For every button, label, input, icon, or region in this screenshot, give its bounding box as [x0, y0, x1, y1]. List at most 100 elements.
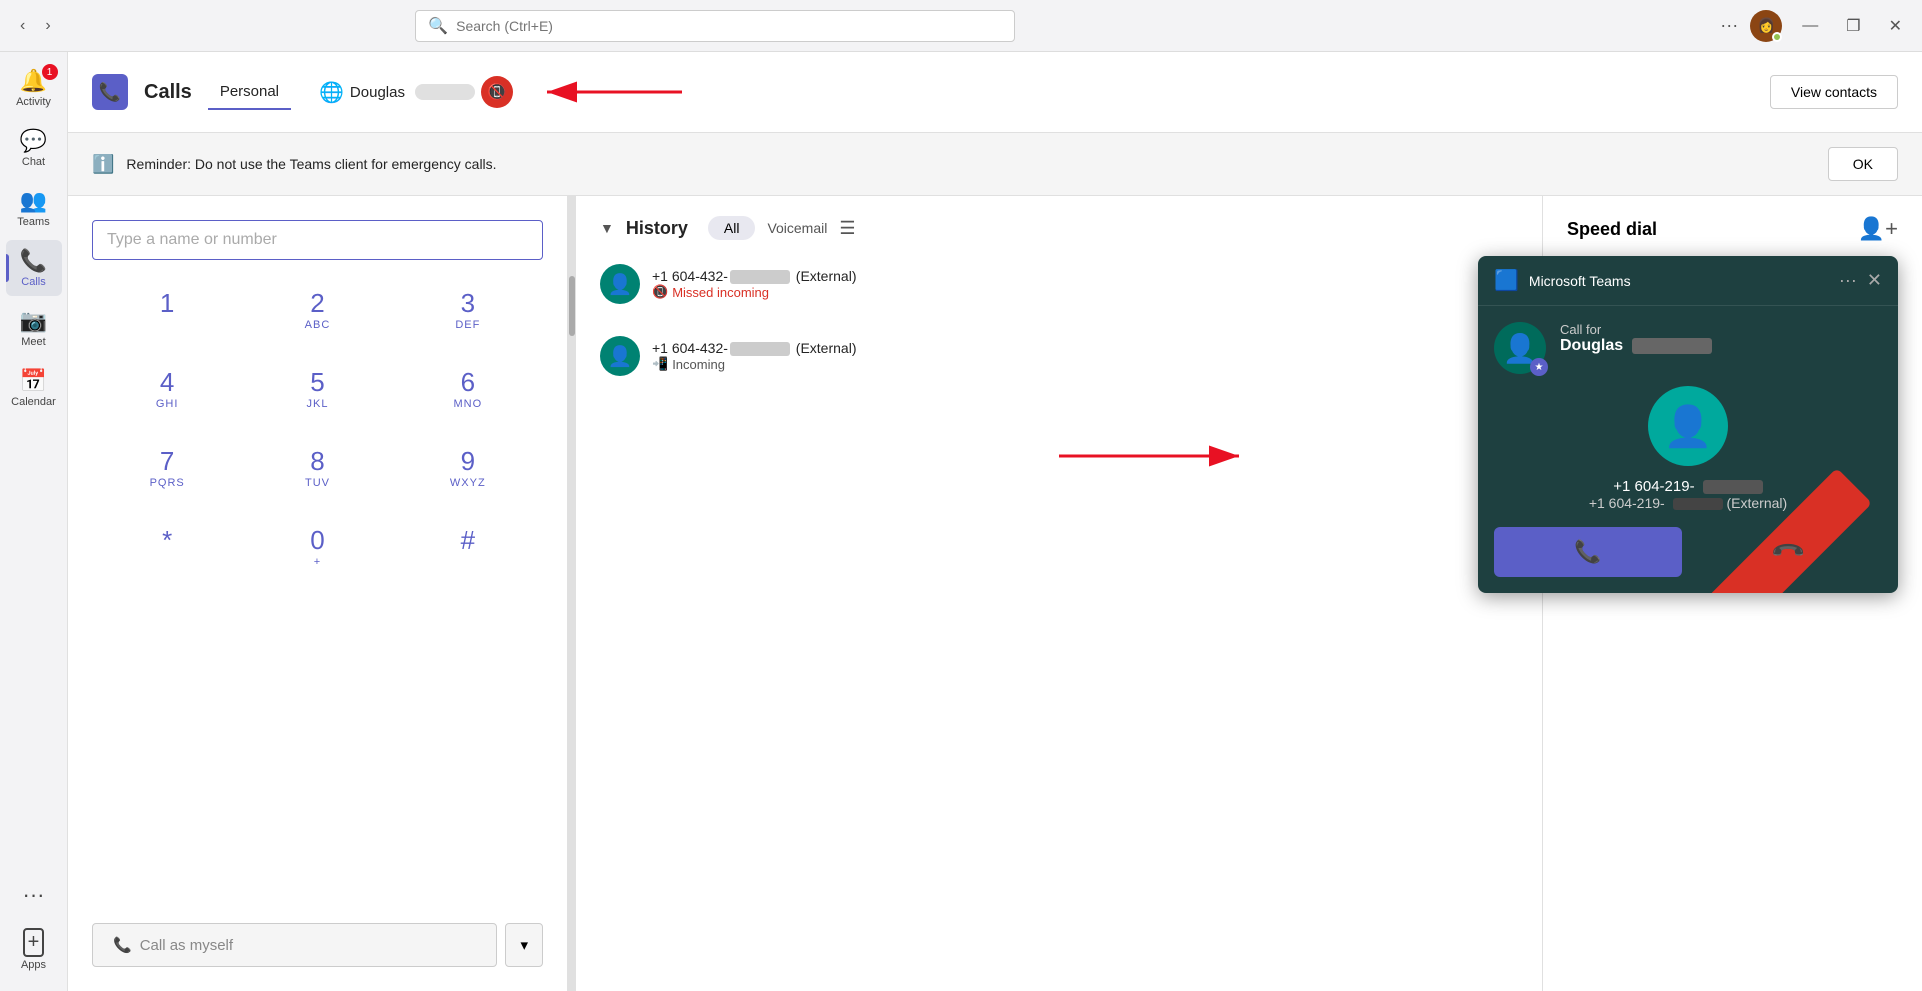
- page-title: Calls: [144, 81, 192, 104]
- nav-forward-button[interactable]: ›: [37, 13, 58, 39]
- dialpad-input[interactable]: [92, 220, 543, 260]
- sidebar-label-meet: Meet: [21, 336, 45, 348]
- red-arrow-body: [1059, 436, 1259, 476]
- notif-body: 👤 ★ Call for Douglas 👤: [1478, 306, 1898, 593]
- nav-back-button[interactable]: ‹: [12, 13, 33, 39]
- call-as-myself-button[interactable]: 📞 Call as myself: [92, 923, 497, 967]
- scroll-divider[interactable]: [568, 196, 576, 991]
- dial-key-4[interactable]: 4 GHI: [92, 359, 242, 418]
- sidebar-item-apps[interactable]: + Apps: [6, 920, 62, 979]
- dial-key-2[interactable]: 2 ABC: [242, 280, 392, 339]
- dial-key-hash[interactable]: #: [393, 517, 543, 576]
- dial-key-5[interactable]: 5 JKL: [242, 359, 392, 418]
- calls-page-icon: 📞: [92, 74, 128, 110]
- view-contacts-button[interactable]: View contacts: [1770, 75, 1898, 109]
- dialpad-grid: 1 2 ABC 3 DEF 4 GHI: [92, 280, 543, 576]
- notif-close-button[interactable]: ✕: [1867, 270, 1882, 291]
- tab-personal[interactable]: Personal: [208, 75, 291, 110]
- titlebar-right: ··· 👩 — ❐ ✕: [1720, 10, 1910, 42]
- dial-key-1[interactable]: 1: [92, 280, 242, 339]
- search-input[interactable]: [456, 18, 1002, 34]
- sidebar-item-activity[interactable]: 🔔 Activity 1: [6, 60, 62, 116]
- more-options-button[interactable]: ···: [1720, 15, 1738, 36]
- history-section: ▼ History All Voicemail ☰ 👤 +1 604-432-: [576, 196, 1542, 991]
- search-icon: 🔍: [428, 16, 448, 36]
- history-speed-dial-container: ▼ History All Voicemail ☰ 👤 +1 604-432-: [576, 196, 1922, 991]
- notif-title: Microsoft Teams: [1529, 273, 1829, 289]
- red-arrow-body-container: [1059, 436, 1259, 481]
- history-title: History: [626, 218, 688, 239]
- sidebar-label-activity: Activity: [16, 96, 51, 108]
- dialpad-section: 1 2 ABC 3 DEF 4 GHI: [68, 196, 568, 991]
- notif-avatar-small: 👤 ★: [1494, 322, 1546, 374]
- page-header: 📞 Calls Personal 🌐 Douglas 📵 Vi: [68, 52, 1922, 133]
- caller-number-2: +1 604-432- (External): [652, 340, 1518, 356]
- history-collapse-button[interactable]: ▼: [600, 220, 614, 236]
- search-bar: 🔍: [415, 10, 1015, 42]
- banner-ok-button[interactable]: OK: [1828, 147, 1898, 181]
- call-btn-row: 📞 Call as myself ▾: [92, 923, 543, 967]
- sidebar-item-meet[interactable]: 📷 Meet: [6, 300, 62, 356]
- missed-icon: 📵: [652, 284, 668, 300]
- end-call-button[interactable]: 📵: [481, 76, 513, 108]
- status-dot: [1772, 32, 1782, 42]
- notif-caller-row: 👤 ★ Call for Douglas: [1494, 322, 1882, 374]
- notif-more-button[interactable]: ···: [1839, 270, 1857, 291]
- dial-key-0[interactable]: 0 +: [242, 517, 392, 576]
- minimize-button[interactable]: —: [1794, 13, 1826, 39]
- call-dropdown-button[interactable]: ▾: [505, 923, 543, 967]
- history-header: ▼ History All Voicemail ☰: [600, 216, 1518, 240]
- speed-dial-title: Speed dial: [1567, 219, 1657, 240]
- incoming-icon: 📲: [652, 356, 668, 372]
- chat-icon: 💬: [20, 128, 47, 154]
- call-status-missed-1: 📵 Missed incoming: [652, 284, 1518, 300]
- emergency-banner: ℹ️ Reminder: Do not use the Teams client…: [68, 133, 1922, 196]
- sidebar-item-calls[interactable]: 📞 Calls: [6, 240, 62, 296]
- calls-nav-icon: 📞: [20, 248, 47, 274]
- user-avatar[interactable]: 👩: [1750, 10, 1782, 42]
- banner-text: Reminder: Do not use the Teams client fo…: [126, 156, 1815, 172]
- close-button[interactable]: ✕: [1881, 12, 1910, 40]
- tab-account[interactable]: 🌐 Douglas 📵: [307, 64, 699, 120]
- dial-key-6[interactable]: 6 MNO: [393, 359, 543, 418]
- dial-key-7[interactable]: 7 PQRS: [92, 438, 242, 497]
- dial-key-star[interactable]: *: [92, 517, 242, 576]
- notif-header: 🟦 Microsoft Teams ··· ✕: [1478, 256, 1898, 306]
- filter-all-button[interactable]: All: [708, 216, 756, 240]
- sidebar-item-more[interactable]: ···: [6, 874, 62, 916]
- call-item-1[interactable]: 👤 +1 604-432- (External) 📵 Missed incomi…: [600, 256, 1518, 312]
- notif-caller-name: Douglas: [1560, 337, 1712, 355]
- red-arrow-header: [527, 72, 687, 112]
- app-layout: 🔔 Activity 1 💬 Chat 👥 Teams 📞 Calls 📷 Me…: [0, 52, 1922, 991]
- notif-phone-redacted-2: [1673, 498, 1723, 510]
- account-pill: [415, 84, 475, 100]
- filter-voicemail-button[interactable]: Voicemail: [767, 220, 827, 236]
- teams-icon: 👥: [20, 188, 47, 214]
- filter-icon[interactable]: ☰: [839, 218, 855, 239]
- dial-key-8[interactable]: 8 TUV: [242, 438, 392, 497]
- notif-call-for-label: Call for: [1560, 322, 1712, 337]
- caller-avatar-1: 👤: [600, 264, 640, 304]
- maximize-button[interactable]: ❐: [1838, 12, 1868, 40]
- more-icon: ···: [23, 882, 45, 908]
- dial-key-9[interactable]: 9 WXYZ: [393, 438, 543, 497]
- notif-answer-button[interactable]: 📞: [1494, 527, 1682, 577]
- add-speed-dial-button[interactable]: 👤+: [1858, 216, 1898, 242]
- caller-avatar-2: 👤: [600, 336, 640, 376]
- sidebar-item-calendar[interactable]: 📅 Calendar: [6, 360, 62, 416]
- sidebar-label-apps: Apps: [21, 959, 46, 971]
- dial-key-3[interactable]: 3 DEF: [393, 280, 543, 339]
- sidebar-item-chat[interactable]: 💬 Chat: [6, 120, 62, 176]
- speed-dial-header: Speed dial 👤+: [1567, 216, 1898, 242]
- meet-icon: 📷: [20, 308, 47, 334]
- sidebar-label-chat: Chat: [22, 156, 45, 168]
- sidebar: 🔔 Activity 1 💬 Chat 👥 Teams 📞 Calls 📷 Me…: [0, 52, 68, 991]
- caller-number-1: +1 604-432- (External): [652, 268, 1518, 284]
- notif-actions: 📞 📞: [1494, 527, 1882, 577]
- call-item-2[interactable]: 👤 +1 604-432- (External) 📲 Incoming: [600, 328, 1518, 384]
- call-info-1: +1 604-432- (External) 📵 Missed incoming: [652, 268, 1518, 300]
- sidebar-label-calendar: Calendar: [11, 396, 56, 408]
- redacted-number-1: [730, 270, 790, 284]
- redacted-number-2: [730, 342, 790, 356]
- sidebar-item-teams[interactable]: 👥 Teams: [6, 180, 62, 236]
